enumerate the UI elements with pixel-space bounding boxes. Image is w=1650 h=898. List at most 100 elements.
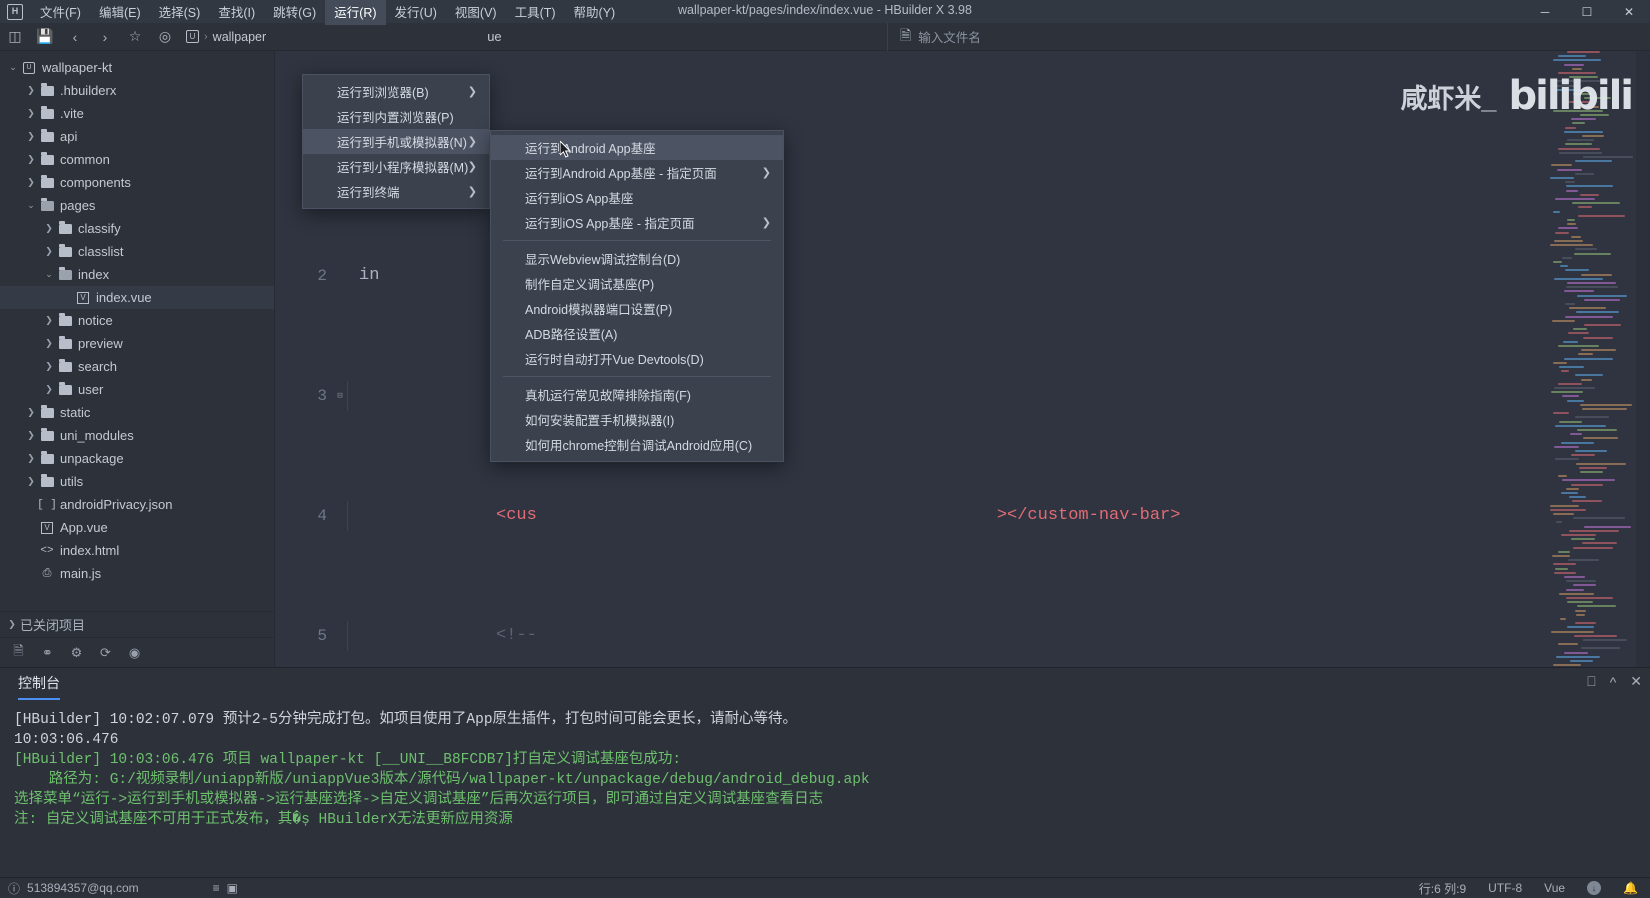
layout-icon[interactable]: ▣ bbox=[227, 881, 238, 895]
tree-node[interactable]: ❯ common bbox=[0, 148, 274, 171]
chevron-right-icon[interactable]: ❯ bbox=[42, 315, 56, 326]
run-submenu-item[interactable]: 制作自定义调试基座(P) bbox=[491, 271, 783, 296]
chevron-right-icon[interactable]: ❯ bbox=[24, 430, 38, 441]
fold-toggle[interactable] bbox=[333, 621, 347, 651]
export-icon[interactable]: ⎕ bbox=[1587, 673, 1595, 690]
run-submenu-item[interactable]: 显示Webview调试控制台(D) bbox=[491, 246, 783, 271]
tree-node[interactable]: ⌄ index bbox=[0, 263, 274, 286]
chevron-right-icon[interactable]: ❯ bbox=[42, 361, 56, 372]
account-icon[interactable]: ⓘ bbox=[8, 880, 20, 897]
tree-node[interactable]: ⌄ pages bbox=[0, 194, 274, 217]
tree-node[interactable]: ❯ unpackage bbox=[0, 447, 274, 470]
menu-help[interactable]: 帮助(Y) bbox=[565, 0, 625, 25]
status-email[interactable]: 513894357@qq.com bbox=[27, 881, 139, 895]
window-split-icon[interactable]: ◫ bbox=[0, 24, 30, 50]
tree-node[interactable]: ❯ notice bbox=[0, 309, 274, 332]
close-icon[interactable]: ✕ bbox=[1630, 673, 1642, 690]
run-menu-item[interactable]: 运行到内置浏览器(P) bbox=[303, 104, 489, 129]
run-submenu-item[interactable]: 真机运行常见故障排除指南(F) bbox=[491, 382, 783, 407]
tree-node[interactable]: ❯ uni_modules bbox=[0, 424, 274, 447]
fold-toggle[interactable] bbox=[333, 501, 347, 531]
run-menu-item[interactable]: 运行到小程序模拟器(M) ❯ bbox=[303, 154, 489, 179]
chevron-right-icon[interactable]: ❯ bbox=[24, 108, 38, 119]
menu-run[interactable]: 运行(R) bbox=[325, 0, 386, 25]
tree-node[interactable]: ❯ preview bbox=[0, 332, 274, 355]
run-submenu-item[interactable]: 如何安装配置手机模拟器(I) bbox=[491, 407, 783, 432]
minimap[interactable] bbox=[1550, 51, 1636, 667]
run-submenu-item[interactable]: 运行到Android App基座 - 指定页面 ❯ bbox=[491, 160, 783, 185]
editor-scrollbar[interactable] bbox=[1636, 51, 1650, 667]
fold-toggle[interactable] bbox=[333, 261, 347, 291]
tree-node[interactable]: V App.vue bbox=[0, 516, 274, 539]
list-icon[interactable]: ≡ bbox=[213, 881, 220, 895]
tree-node[interactable]: <> index.html bbox=[0, 539, 274, 562]
bell-icon[interactable]: 🔔 bbox=[1623, 881, 1638, 895]
cursor-position[interactable]: 行:6 列:9 bbox=[1419, 880, 1466, 897]
console-output[interactable]: [HBuilder] 10:02:07.079 预计2-5分钟完成打包。如项目使… bbox=[0, 700, 1650, 877]
tree-node[interactable]: ❯ api bbox=[0, 125, 274, 148]
tree-node[interactable]: ❯ search bbox=[0, 355, 274, 378]
breadcrumb[interactable]: U › wallpaper bbox=[180, 30, 272, 44]
menu-view[interactable]: 视图(V) bbox=[446, 0, 506, 25]
chevron-down-icon[interactable]: ⌄ bbox=[42, 269, 56, 280]
encoding-label[interactable]: UTF-8 bbox=[1488, 881, 1522, 895]
tree-node[interactable]: ❯ classlist bbox=[0, 240, 274, 263]
run-menu[interactable]: 运行到浏览器(B) ❯ 运行到内置浏览器(P) 运行到手机或模拟器(N) ❯ 运行到小程序… bbox=[302, 74, 490, 209]
run-submenu-item[interactable]: 运行到iOS App基座 bbox=[491, 185, 783, 210]
download-icon[interactable]: ↓ bbox=[1587, 881, 1602, 895]
run-submenu-item[interactable]: ADB路径设置(A) bbox=[491, 321, 783, 346]
tree-node[interactable]: ❯ classify bbox=[0, 217, 274, 240]
maximize-button[interactable]: ☐ bbox=[1566, 0, 1608, 23]
chevron-right-icon[interactable]: ❯ bbox=[24, 85, 38, 96]
star-icon[interactable]: ☆ bbox=[120, 24, 150, 50]
run-submenu-item[interactable]: 运行到iOS App基座 - 指定页面 ❯ bbox=[491, 210, 783, 235]
filename-search[interactable]: 🗎 输入文件名 bbox=[890, 25, 1650, 49]
language-label[interactable]: Vue bbox=[1544, 881, 1565, 895]
chevron-right-icon[interactable]: ❯ bbox=[24, 177, 38, 188]
run-submenu-item[interactable]: 运行到Android App基座 bbox=[491, 135, 783, 160]
menu-publish[interactable]: 发行(U) bbox=[386, 0, 446, 25]
run-menu-item[interactable]: 运行到终端 ❯ bbox=[303, 179, 489, 204]
chevron-right-icon[interactable]: ❯ bbox=[42, 338, 56, 349]
menu-edit[interactable]: 编辑(E) bbox=[90, 0, 150, 25]
back-icon[interactable]: ‹ bbox=[60, 24, 90, 50]
run-submenu-item[interactable]: 运行时自动打开Vue Devtools(D) bbox=[491, 346, 783, 371]
chevron-right-icon[interactable]: ❯ bbox=[24, 453, 38, 464]
chevron-down-icon[interactable]: ⌄ bbox=[24, 200, 38, 211]
save-icon[interactable]: 💾 bbox=[30, 24, 60, 50]
run-submenu-item[interactable]: 如何用chrome控制台调试Android应用(C) bbox=[491, 432, 783, 457]
menu-goto[interactable]: 跳转(G) bbox=[264, 0, 325, 25]
sync-icon[interactable]: ⟳ bbox=[93, 642, 118, 664]
terminal-icon[interactable]: ◉ bbox=[122, 642, 147, 664]
forward-icon[interactable]: › bbox=[90, 24, 120, 50]
run-icon[interactable]: ◎ bbox=[150, 24, 180, 50]
file-tree[interactable]: ⌄ Uwallpaper-kt ❯ .hbuilderx ❯ .vite ❯ api ❯ comm… bbox=[0, 51, 274, 611]
tree-node[interactable]: ❯ utils bbox=[0, 470, 274, 493]
closed-projects-row[interactable]: ❯ 已关闭项目 bbox=[0, 611, 274, 637]
chevron-right-icon[interactable]: ❯ bbox=[42, 223, 56, 234]
menu-tools[interactable]: 工具(T) bbox=[506, 0, 565, 25]
tree-node[interactable]: ❯ .hbuilderx bbox=[0, 79, 274, 102]
run-submenu[interactable]: 运行到Android App基座 运行到Android App基座 - 指定页面 ❯… bbox=[490, 130, 784, 462]
tree-node[interactable]: ❯ components bbox=[0, 171, 274, 194]
plugin-icon[interactable]: ⚙ bbox=[64, 642, 89, 664]
chevron-right-icon[interactable]: ❯ bbox=[24, 407, 38, 418]
tree-node[interactable]: ❯ static bbox=[0, 401, 274, 424]
tree-node[interactable]: ❯ .vite bbox=[0, 102, 274, 125]
chevron-right-icon[interactable]: ❯ bbox=[24, 476, 38, 487]
explorer-icon[interactable]: 🗎 bbox=[6, 642, 31, 664]
fold-toggle[interactable]: ⊟ bbox=[333, 381, 347, 411]
run-menu-item[interactable]: 运行到浏览器(B) ❯ bbox=[303, 79, 489, 104]
collapse-icon[interactable]: ^ bbox=[1610, 674, 1617, 690]
chevron-right-icon[interactable]: ❯ bbox=[42, 384, 56, 395]
menu-file[interactable]: 文件(F) bbox=[31, 0, 90, 25]
search-icon[interactable]: ⚭ bbox=[35, 642, 60, 664]
tree-node[interactable]: ⎙ main.js bbox=[0, 562, 274, 585]
run-menu-item[interactable]: 运行到手机或模拟器(N) ❯ bbox=[303, 129, 489, 154]
tree-node[interactable]: Vindex.vue bbox=[0, 286, 274, 309]
console-tab[interactable]: 控制台 bbox=[18, 673, 60, 700]
minimize-button[interactable]: ─ bbox=[1524, 0, 1566, 23]
chevron-right-icon[interactable]: ❯ bbox=[24, 154, 38, 165]
tree-node[interactable]: ⌄ Uwallpaper-kt bbox=[0, 56, 274, 79]
chevron-down-icon[interactable]: ⌄ bbox=[6, 62, 20, 73]
